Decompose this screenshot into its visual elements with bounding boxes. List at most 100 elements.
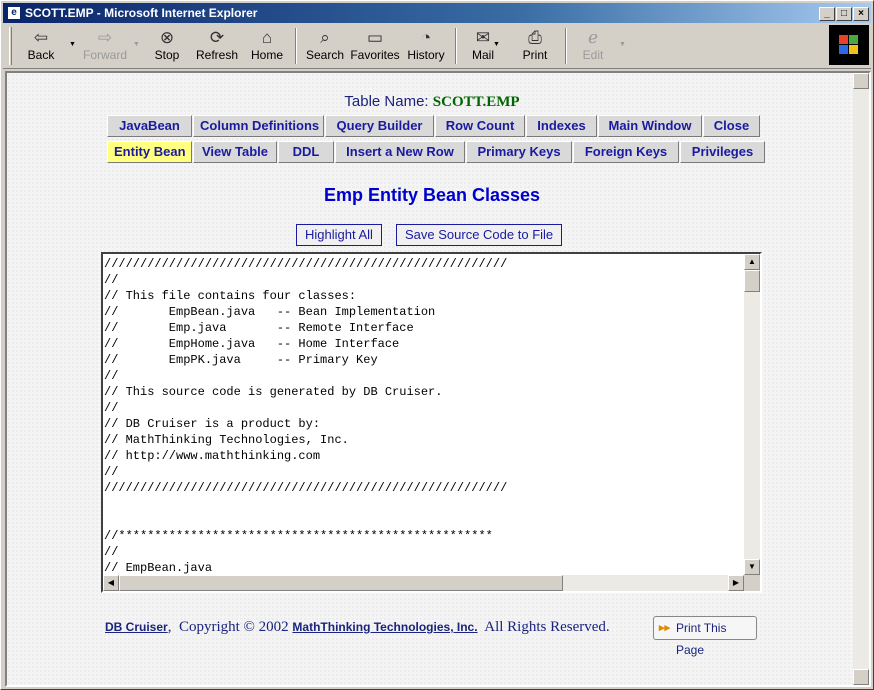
browser-window: e SCOTT.EMP - Microsoft Internet Explore… (0, 0, 874, 690)
forward-arrow-icon: ⇨ (97, 28, 113, 47)
source-code-text: ////////////////////////////////////////… (104, 256, 744, 576)
minimize-button[interactable]: _ (819, 7, 835, 21)
page-content: Table Name: SCOTT.EMP JavaBean Column De… (5, 71, 871, 687)
forward-dropdown-icon[interactable]: ▼ (133, 41, 140, 48)
favorites-folder-icon: ▭ (366, 28, 384, 47)
code-line: // http://www.maththinking.com (104, 449, 321, 463)
tab-foreign-keys[interactable]: Foreign Keys (573, 141, 679, 163)
code-line: // (104, 369, 119, 383)
footer: DB Cruiser, Copyright © 2002 MathThinkin… (105, 619, 610, 636)
toolbar-separator (455, 28, 457, 64)
nav-row-1: JavaBean Column Definitions Query Builde… (107, 115, 761, 137)
code-line: // (104, 273, 119, 287)
scrollbar-corner (744, 575, 760, 591)
stop-button[interactable]: ⊗ Stop (145, 26, 189, 66)
tab-ddl[interactable]: DDL (278, 141, 334, 163)
page-scroll-down-arrow[interactable] (853, 669, 869, 685)
tab-query-builder[interactable]: Query Builder (325, 115, 434, 137)
highlight-all-button[interactable]: Highlight All (296, 224, 382, 246)
code-line: // This source code is generated by DB C… (104, 385, 443, 399)
search-icon: ⌕ (320, 28, 330, 47)
scroll-down-arrow-icon[interactable]: ▼ (744, 559, 760, 575)
tab-insert-new-row[interactable]: Insert a New Row (335, 141, 465, 163)
code-line: // MathThinking Technologies, Inc. (104, 433, 349, 447)
toolbar-grip[interactable] (9, 27, 12, 65)
code-line: // (104, 545, 119, 559)
page-scroll-up-arrow[interactable] (853, 73, 869, 89)
search-button[interactable]: ⌕ Search (301, 26, 349, 66)
code-line: // (104, 401, 119, 415)
print-this-page-button[interactable]: ▸▸ Print This Page (653, 616, 757, 657)
tab-indexes[interactable]: Indexes (526, 115, 597, 137)
tab-javabean[interactable]: JavaBean (107, 115, 192, 137)
maththinking-link[interactable]: MathThinking Technologies, Inc. (292, 620, 477, 634)
code-line: ////////////////////////////////////////… (104, 257, 508, 271)
edit-button[interactable]: ℯ Edit (571, 26, 615, 66)
table-name-value: SCOTT.EMP (432, 94, 520, 110)
home-button[interactable]: ⌂ Home (245, 26, 289, 66)
mail-dropdown-icon[interactable]: ▼ (493, 41, 500, 48)
stop-icon: ⊗ (159, 28, 175, 47)
scroll-right-arrow-icon[interactable]: ▶ (728, 575, 744, 591)
history-icon: ◔ (420, 28, 432, 47)
code-line: // (104, 465, 119, 479)
source-code-textarea[interactable]: ////////////////////////////////////////… (101, 252, 762, 593)
forward-button[interactable]: ⇨ Forward (79, 26, 131, 66)
save-source-button[interactable]: Save Source Code to File (396, 224, 563, 246)
code-line: // EmpHome.java -- Home Interface (104, 337, 400, 351)
code-line: //**************************************… (104, 529, 493, 543)
print-button[interactable]: ⎙ Print (513, 26, 557, 66)
edit-dropdown-icon[interactable]: ▼ (619, 41, 626, 48)
page-heading: Emp Entity Bean Classes (323, 185, 541, 205)
tab-row-count[interactable]: Row Count (435, 115, 525, 137)
mail-icon: ✉ (475, 28, 491, 47)
scroll-left-arrow-icon[interactable]: ◀ (103, 575, 119, 591)
window-title: SCOTT.EMP - Microsoft Internet Explorer (25, 6, 258, 20)
tab-close[interactable]: Close (703, 115, 760, 137)
db-cruiser-link[interactable]: DB Cruiser (105, 620, 168, 634)
page-vertical-scrollbar[interactable] (853, 73, 869, 685)
tab-entity-bean[interactable]: Entity Bean (107, 141, 192, 163)
tab-primary-keys[interactable]: Primary Keys (466, 141, 572, 163)
maximize-button[interactable]: □ (836, 7, 852, 21)
tab-column-definitions[interactable]: Column Definitions (193, 115, 324, 137)
tab-main-window[interactable]: Main Window (598, 115, 702, 137)
windows-logo-icon (829, 25, 869, 65)
print-this-page-label: Print This Page (676, 621, 727, 657)
back-button[interactable]: ⇦ Back (17, 26, 65, 66)
table-name-line: Table Name: SCOTT.EMP (7, 93, 857, 111)
title-bar: e SCOTT.EMP - Microsoft Internet Explore… (3, 3, 871, 23)
ie-page-icon: e (7, 6, 21, 20)
toolbar-separator (295, 28, 297, 64)
refresh-icon: ⟳ (209, 28, 225, 47)
code-line: // EmpBean.java -- Bean Implementation (104, 305, 436, 319)
favorites-button[interactable]: ▭ Favorites (349, 26, 401, 66)
back-dropdown-icon[interactable]: ▼ (69, 41, 76, 48)
code-line: // EmpBean.java (104, 561, 213, 575)
toolbar-separator (565, 28, 567, 64)
code-line: // This file contains four classes: (104, 289, 357, 303)
tab-privileges[interactable]: Privileges (680, 141, 765, 163)
close-window-button[interactable]: × (853, 7, 869, 21)
table-name-label: Table Name: (344, 93, 429, 110)
code-line: ////////////////////////////////////////… (104, 481, 508, 495)
printer-icon: ⎙ (528, 28, 542, 47)
double-arrow-icon: ▸▸ (659, 622, 671, 634)
home-icon: ⌂ (261, 28, 273, 47)
scroll-up-arrow-icon[interactable]: ▲ (744, 254, 760, 270)
code-vertical-scrollbar[interactable]: ▲ ▼ (744, 254, 760, 575)
tab-view-table[interactable]: View Table (193, 141, 277, 163)
code-line: // DB Cruiser is a product by: (104, 417, 321, 431)
edit-icon: ℯ (587, 28, 599, 47)
code-line: // EmpPK.java -- Primary Key (104, 353, 378, 367)
code-horizontal-scrollbar[interactable]: ◀ ▶ (103, 575, 744, 591)
vertical-scroll-thumb[interactable] (744, 270, 760, 292)
footer-separator: , (167, 619, 172, 635)
browser-toolbar: ⇦ Back ▼ ⇨ Forward ▼ ⊗ Stop ⟳ Refresh ⌂ … (3, 23, 871, 69)
refresh-button[interactable]: ⟳ Refresh (193, 26, 241, 66)
rights-text: All Rights Reserved. (484, 619, 610, 635)
history-button[interactable]: ◔ History (403, 26, 449, 66)
horizontal-scroll-thumb[interactable] (119, 575, 563, 591)
